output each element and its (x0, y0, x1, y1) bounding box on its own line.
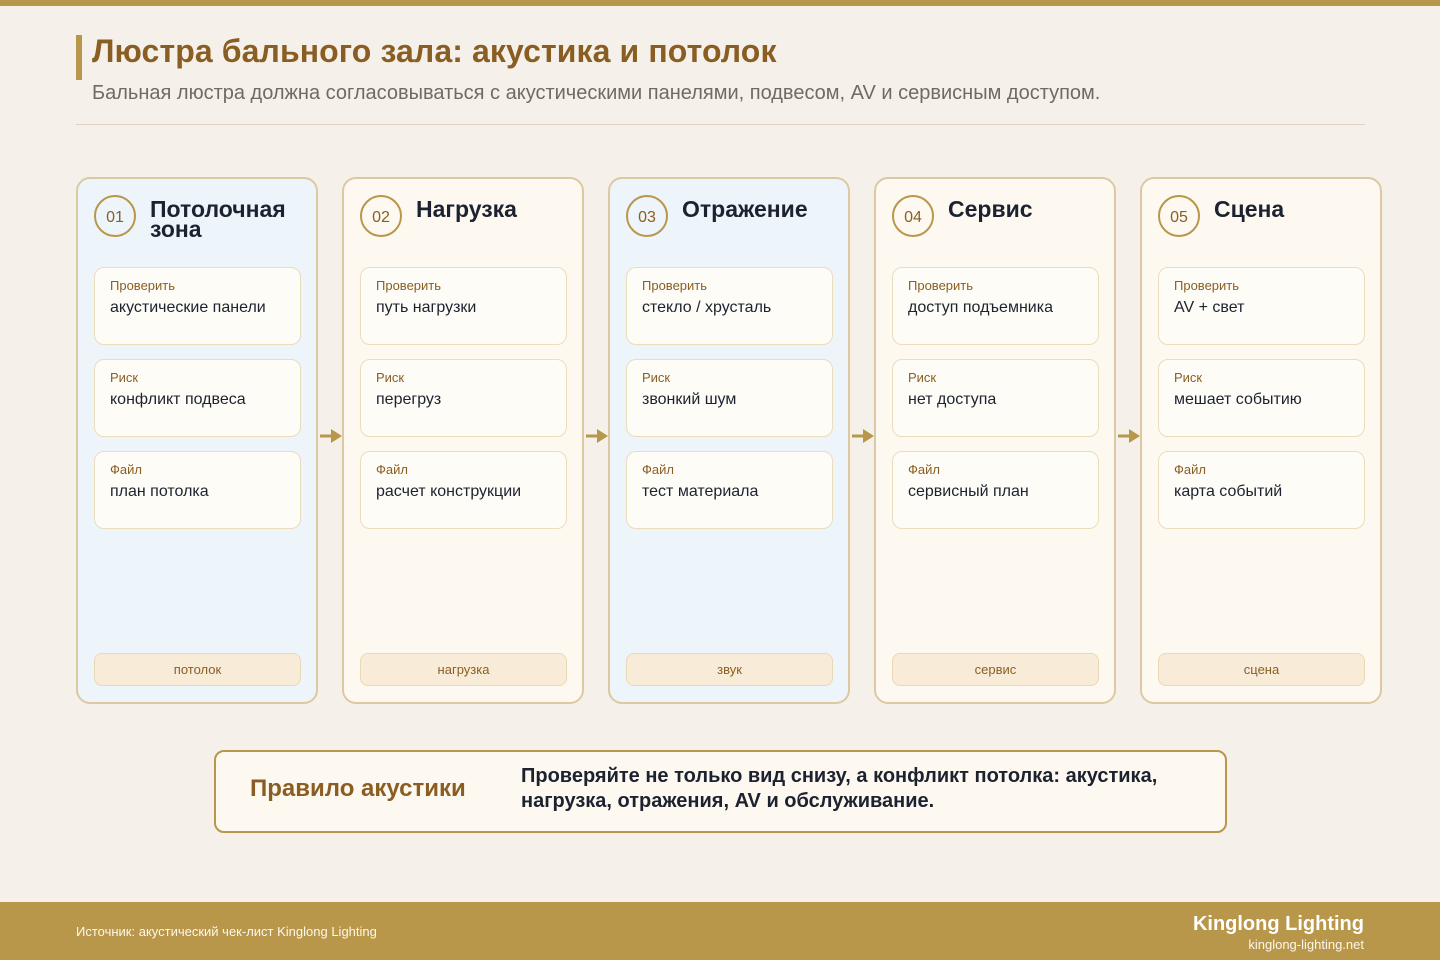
risk-item: Риск конфликт подвеса (94, 359, 301, 437)
arrow-right-icon (586, 429, 608, 443)
step-title: Сцена (1214, 196, 1285, 222)
check-item: Проверить стекло / хрусталь (626, 267, 833, 345)
file-label: Файл (376, 462, 408, 477)
step-card-load: 02 Нагрузка Проверить путь нагрузки Риск… (342, 177, 584, 704)
top-accent-bar (0, 0, 1440, 6)
file-value: расчет конструкции (376, 483, 522, 500)
page-title: Люстра бального зала: акустика и потолок (92, 33, 777, 69)
arrow-right-icon (320, 429, 342, 443)
step-number-badge: 04 (892, 195, 934, 237)
risk-item: Риск мешает событию (1158, 359, 1365, 437)
step-number-badge: 03 (626, 195, 668, 237)
step-number-badge: 02 (360, 195, 402, 237)
step-title: Потолочная зона (150, 196, 286, 242)
header-divider (76, 124, 1365, 125)
file-item: Файл сервисный план (892, 451, 1099, 529)
risk-label: Риск (1174, 370, 1203, 385)
step-tag: сцена (1158, 653, 1365, 686)
footer-url: kinglong-lighting.net (1248, 937, 1364, 952)
step-title: Нагрузка (416, 196, 517, 222)
risk-label: Риск (110, 370, 139, 385)
file-label: Файл (908, 462, 940, 477)
check-item: Проверить путь нагрузки (360, 267, 567, 345)
file-item: Файл карта событий (1158, 451, 1365, 529)
file-value: план потолка (110, 483, 209, 500)
check-value: путь нагрузки (376, 299, 477, 316)
acoustics-rule-callout: Правило акустики Проверяйте не только ви… (214, 750, 1227, 833)
rule-title: Правило акустики (250, 775, 466, 802)
footer-source: Источник: акустический чек-лист Kinglong… (76, 924, 377, 939)
risk-item: Риск звонкий шум (626, 359, 833, 437)
risk-item: Риск перегруз (360, 359, 567, 437)
check-item: Проверить AV + свет (1158, 267, 1365, 345)
check-value: стекло / хрусталь (642, 299, 772, 316)
title-accent-bar (76, 35, 82, 80)
file-label: Файл (1174, 462, 1206, 477)
step-number-badge: 01 (94, 195, 136, 237)
check-label: Проверить (642, 278, 708, 293)
step-card-ceiling-zone: 01 Потолочная зона Проверить акустически… (76, 177, 318, 704)
step-tag: сервис (892, 653, 1099, 686)
step-tag: звук (626, 653, 833, 686)
step-card-service: 04 Сервис Проверить доступ подъемника Ри… (874, 177, 1116, 704)
check-value: доступ подъемника (908, 299, 1053, 316)
step-tag: потолок (94, 653, 301, 686)
risk-value: мешает событию (1174, 391, 1302, 408)
check-label: Проверить (908, 278, 974, 293)
file-value: сервисный план (908, 483, 1029, 500)
file-item: Файл план потолка (94, 451, 301, 529)
step-card-stage: 05 Сцена Проверить AV + свет Риск мешает… (1140, 177, 1382, 704)
check-label: Проверить (376, 278, 442, 293)
risk-value: конфликт подвеса (110, 391, 246, 408)
check-item: Проверить доступ подъемника (892, 267, 1099, 345)
check-value: AV + свет (1174, 299, 1245, 316)
file-value: карта событий (1174, 483, 1283, 500)
risk-label: Риск (376, 370, 405, 385)
page-subtitle: Бальная люстра должна согласовываться с … (92, 82, 1101, 104)
step-card-reflection: 03 Отражение Проверить стекло / хрусталь… (608, 177, 850, 704)
risk-value: перегруз (376, 391, 442, 408)
file-value: тест материала (642, 483, 759, 500)
check-value: акустические панели (110, 299, 266, 316)
risk-value: нет доступа (908, 391, 997, 408)
rule-text: Проверяйте не только вид снизу, а конфли… (521, 765, 1158, 812)
file-item: Файл расчет конструкции (360, 451, 567, 529)
step-tag: нагрузка (360, 653, 567, 686)
file-item: Файл тест материала (626, 451, 833, 529)
risk-label: Риск (642, 370, 671, 385)
step-number-badge: 05 (1158, 195, 1200, 237)
check-item: Проверить акустические панели (94, 267, 301, 345)
file-label: Файл (110, 462, 142, 477)
footer-brand: Kinglong Lighting (1192, 913, 1364, 935)
check-label: Проверить (110, 278, 176, 293)
risk-value: звонкий шум (642, 391, 737, 408)
step-title: Отражение (682, 196, 808, 222)
arrow-right-icon (1118, 429, 1140, 443)
risk-label: Риск (908, 370, 937, 385)
arrow-right-icon (852, 429, 874, 443)
file-label: Файл (642, 462, 674, 477)
footer: Источник: акустический чек-лист Kinglong… (0, 902, 1440, 960)
check-label: Проверить (1174, 278, 1240, 293)
step-title: Сервис (948, 196, 1033, 222)
risk-item: Риск нет доступа (892, 359, 1099, 437)
